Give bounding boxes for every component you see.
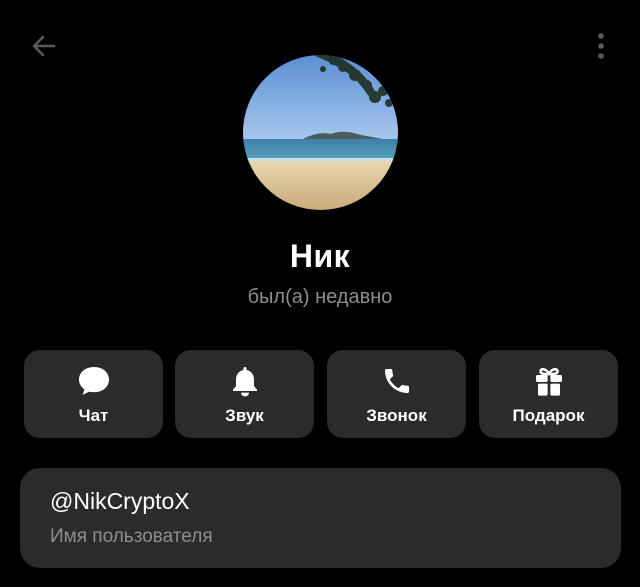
beach-photo (243, 55, 398, 210)
call-label: Звонок (366, 406, 427, 425)
chat-button[interactable]: Чат (24, 350, 163, 438)
chat-label: Чат (78, 406, 109, 425)
gift-icon (535, 367, 562, 396)
more-options-button[interactable] (584, 26, 618, 66)
last-seen-status: был(а) недавно (247, 286, 393, 308)
username-value[interactable]: @NikCryptoX (50, 488, 190, 515)
profile-avatar[interactable] (243, 55, 398, 210)
gift-button[interactable]: Подарок (479, 350, 618, 438)
sound-button[interactable]: Звук (175, 350, 314, 438)
back-button[interactable] (24, 26, 64, 66)
chat-bubble-icon (78, 367, 109, 395)
phone-icon (384, 369, 409, 393)
profile-name: Ник (289, 238, 351, 274)
call-button[interactable]: Звонок (327, 350, 466, 438)
info-card: @NikCryptoX Имя пользователя (20, 468, 621, 568)
more-vertical-icon (598, 33, 604, 59)
gift-label: Подарок (512, 406, 585, 425)
username-caption: Имя пользователя (50, 526, 213, 547)
profile-actions: Чат Звук Звонок Подарок (24, 350, 618, 438)
arrow-left-icon (32, 35, 56, 57)
sound-label: Звук (225, 406, 264, 425)
bell-icon (232, 367, 257, 397)
